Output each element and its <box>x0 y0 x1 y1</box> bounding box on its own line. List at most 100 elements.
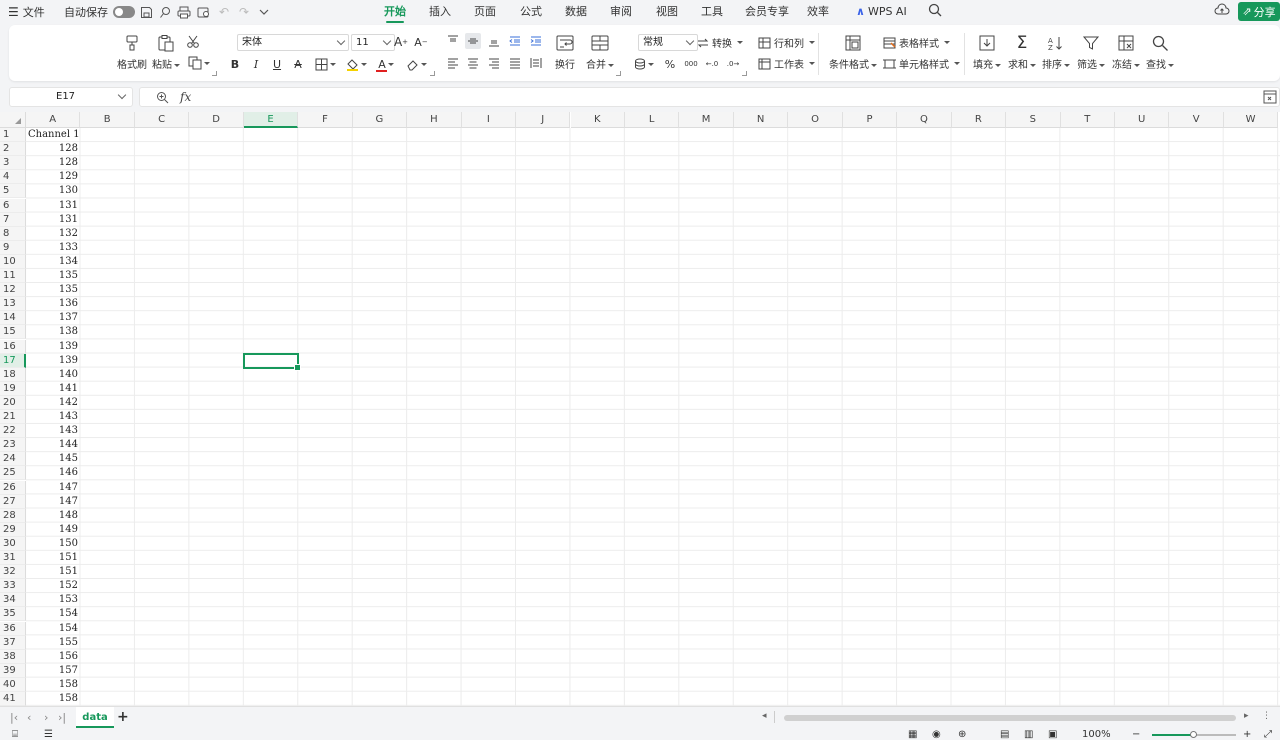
row-header[interactable]: 36 <box>0 621 26 636</box>
table-cell[interactable]: 153 <box>26 593 81 607</box>
row-header[interactable]: 31 <box>0 551 26 565</box>
fill-color-button[interactable] <box>344 56 368 72</box>
cut-icon[interactable] <box>185 34 201 50</box>
zoom-formula-icon[interactable] <box>156 91 169 104</box>
table-cell[interactable]: 134 <box>26 255 81 269</box>
row-header[interactable]: 23 <box>0 438 26 453</box>
clipboard-dialog-icon[interactable] <box>212 71 217 76</box>
row-header[interactable]: 2 <box>0 142 26 157</box>
table-cell[interactable]: 139 <box>26 354 81 368</box>
increase-font-icon[interactable]: A + <box>393 34 409 50</box>
table-cell[interactable]: 132 <box>26 227 81 241</box>
row-header[interactable]: 41 <box>0 692 26 706</box>
expand-formula-icon[interactable] <box>1263 90 1277 104</box>
column-header-k[interactable]: K <box>570 112 625 128</box>
table-cell[interactable]: 151 <box>26 565 81 579</box>
column-header-f[interactable]: F <box>298 112 353 128</box>
row-header[interactable]: 33 <box>0 579 26 594</box>
file-menu[interactable]: ☰ 文件 <box>8 0 45 24</box>
table-cell[interactable]: 138 <box>26 325 81 339</box>
table-cell[interactable]: 137 <box>26 311 81 325</box>
table-cell[interactable]: 131 <box>26 213 81 227</box>
table-cell[interactable]: 130 <box>26 184 81 198</box>
add-sheet-button[interactable]: + <box>117 709 129 725</box>
page-layout-view-icon[interactable]: ▥ <box>1024 728 1033 740</box>
column-header-t[interactable]: T <box>1060 112 1115 128</box>
search-icon[interactable] <box>928 3 944 19</box>
align-left-icon[interactable] <box>445 55 461 71</box>
macro-icon[interactable]: ⌸ <box>12 728 18 740</box>
sheet-tab-data[interactable]: data <box>76 707 114 728</box>
column-header-v[interactable]: V <box>1169 112 1224 128</box>
row-header[interactable]: 11 <box>0 269 26 283</box>
font-name-select[interactable]: 宋体 <box>237 34 349 51</box>
table-cell[interactable]: 133 <box>26 241 81 255</box>
table-cell[interactable]: 140 <box>26 368 81 382</box>
decrease-indent-icon[interactable] <box>507 33 523 49</box>
worksheet-button[interactable]: 工作表 <box>758 56 815 71</box>
column-header-i[interactable]: I <box>461 112 517 128</box>
chevron-down-icon[interactable] <box>256 4 272 20</box>
row-header[interactable]: 25 <box>0 466 26 481</box>
tab-review[interactable]: 审阅 <box>610 0 632 24</box>
row-header[interactable]: 15 <box>0 325 26 340</box>
table-cell[interactable]: 128 <box>26 142 81 156</box>
table-cell[interactable]: 136 <box>26 297 81 311</box>
row-header[interactable]: 3 <box>0 156 26 171</box>
filter-button[interactable]: 筛选 <box>1077 33 1105 71</box>
borders-button[interactable] <box>313 56 337 72</box>
tab-bar-menu-icon[interactable]: ⋮ <box>1262 711 1271 721</box>
column-header-d[interactable]: D <box>189 112 244 128</box>
row-header[interactable]: 37 <box>0 635 26 650</box>
print-preview-icon[interactable] <box>196 4 212 20</box>
first-sheet-icon[interactable]: |‹ <box>10 711 18 724</box>
tab-view[interactable]: 视图 <box>656 0 678 24</box>
column-header-p[interactable]: P <box>842 112 898 128</box>
tab-page[interactable]: 页面 <box>474 0 496 24</box>
table-cell[interactable]: 158 <box>26 678 81 692</box>
last-sheet-icon[interactable]: ›| <box>58 711 66 724</box>
sort-button[interactable]: AZ 排序 <box>1042 33 1070 71</box>
row-header[interactable]: 28 <box>0 508 26 523</box>
tab-insert[interactable]: 插入 <box>429 0 451 24</box>
copy-button[interactable] <box>187 55 211 71</box>
convert-button[interactable]: 转换 <box>697 35 743 50</box>
chevron-down-icon[interactable] <box>117 90 127 100</box>
tab-tools[interactable]: 工具 <box>701 0 723 24</box>
row-header[interactable]: 26 <box>0 480 26 495</box>
sum-button[interactable]: Σ 求和 <box>1008 33 1036 71</box>
table-cell[interactable]: 141 <box>26 382 81 396</box>
table-cell[interactable]: 147 <box>26 495 81 509</box>
wrap-text-button[interactable]: 换行 <box>555 33 575 71</box>
row-header[interactable]: 35 <box>0 607 26 622</box>
table-cell[interactable]: 128 <box>26 156 81 170</box>
active-cell-selection[interactable] <box>242 352 302 371</box>
column-header-e[interactable]: E <box>243 112 299 128</box>
table-cell[interactable]: 147 <box>26 481 81 495</box>
row-header[interactable]: 29 <box>0 522 26 537</box>
align-middle-icon[interactable] <box>465 33 481 49</box>
distributed-align-icon[interactable] <box>528 55 544 71</box>
column-header-q[interactable]: Q <box>897 112 952 128</box>
table-cell[interactable]: 129 <box>26 170 81 184</box>
column-header-r[interactable]: R <box>951 112 1007 128</box>
bold-button[interactable]: B <box>227 56 243 72</box>
row-header[interactable]: 7 <box>0 212 26 227</box>
table-cell[interactable]: 135 <box>26 283 81 297</box>
scroll-left-icon[interactable]: ◂ <box>762 711 767 721</box>
table-cell[interactable]: 145 <box>26 452 81 466</box>
table-style-button[interactable]: 表格样式 <box>883 35 950 50</box>
conditional-format-button[interactable]: 条件格式 <box>829 33 877 71</box>
column-header-c[interactable]: C <box>134 112 190 128</box>
table-cell[interactable]: 143 <box>26 410 81 424</box>
row-header[interactable]: 32 <box>0 565 26 580</box>
zoom-out-icon[interactable]: − <box>1132 728 1140 740</box>
share-button[interactable]: ⇗ 分享 <box>1238 2 1280 21</box>
row-header[interactable]: 34 <box>0 593 26 608</box>
row-header[interactable]: 16 <box>0 339 26 354</box>
italic-button[interactable]: I <box>248 56 264 72</box>
column-header-m[interactable]: M <box>679 112 734 128</box>
decrease-font-icon[interactable]: A − <box>413 34 429 50</box>
rows-cols-button[interactable]: 行和列 <box>758 35 815 50</box>
align-right-icon[interactable] <box>486 55 502 71</box>
